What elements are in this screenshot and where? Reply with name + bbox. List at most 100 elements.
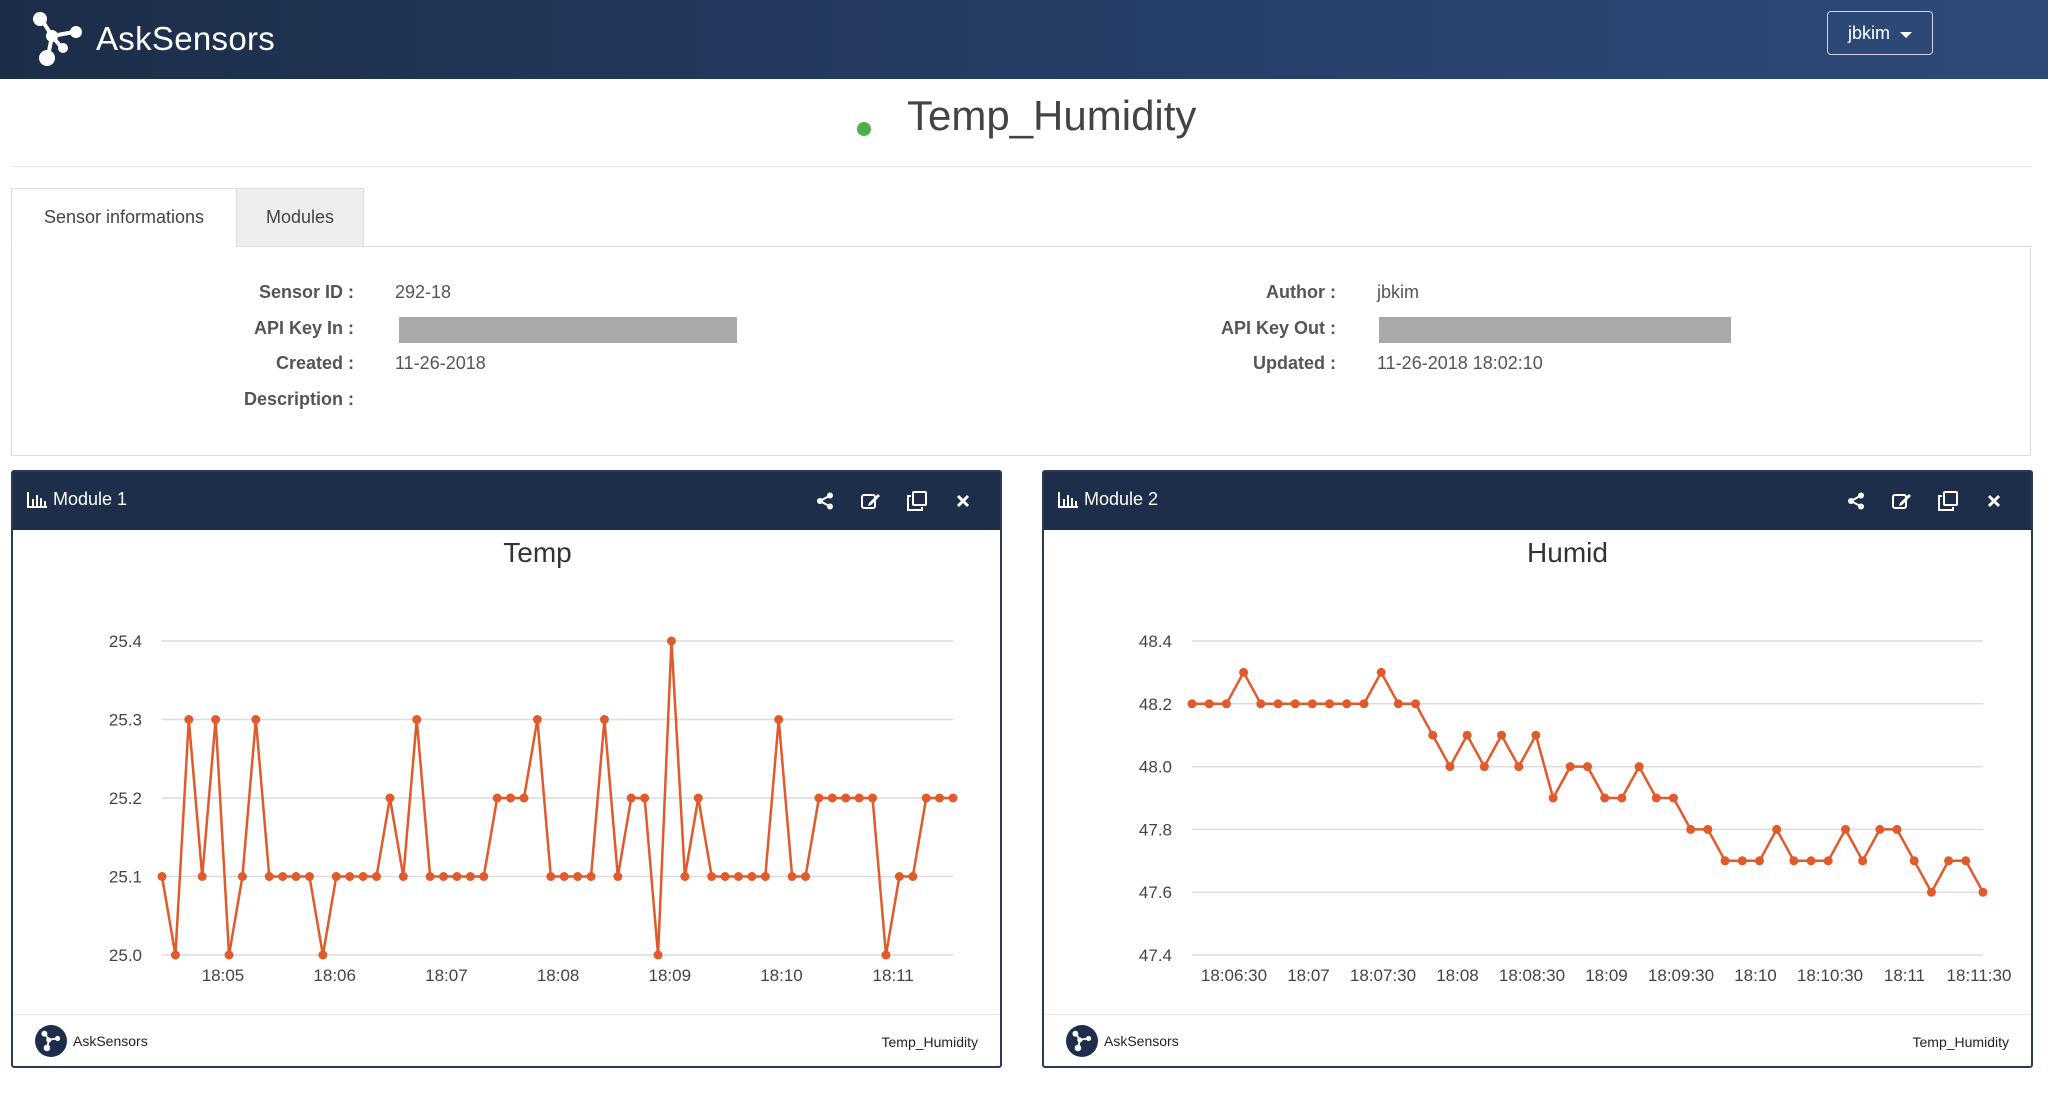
data-point[interactable] bbox=[935, 793, 945, 803]
data-point[interactable] bbox=[1737, 856, 1747, 866]
data-point[interactable] bbox=[760, 872, 770, 881]
data-point[interactable] bbox=[599, 715, 609, 724]
data-point[interactable] bbox=[184, 715, 194, 724]
data-point[interactable] bbox=[1961, 856, 1971, 866]
data-point[interactable] bbox=[1926, 887, 1936, 897]
user-menu-button[interactable]: jbkim bbox=[1827, 11, 1933, 55]
data-point[interactable] bbox=[868, 793, 878, 803]
data-point[interactable] bbox=[948, 793, 958, 803]
data-point[interactable] bbox=[398, 872, 408, 881]
data-point[interactable] bbox=[693, 793, 703, 803]
data-point[interactable] bbox=[519, 793, 529, 803]
data-point[interactable] bbox=[894, 872, 904, 881]
data-point[interactable] bbox=[1686, 824, 1696, 834]
data-point[interactable] bbox=[1221, 699, 1231, 709]
data-point[interactable] bbox=[1548, 793, 1558, 803]
data-point[interactable] bbox=[331, 872, 341, 881]
data-point[interactable] bbox=[251, 715, 261, 724]
data-point[interactable] bbox=[921, 793, 931, 803]
data-point[interactable] bbox=[412, 715, 422, 724]
data-point[interactable] bbox=[1806, 856, 1816, 866]
data-point[interactable] bbox=[1256, 699, 1266, 709]
edit-button[interactable] bbox=[1879, 487, 1925, 515]
data-point[interactable] bbox=[573, 872, 583, 881]
data-point[interactable] bbox=[854, 793, 864, 803]
data-point[interactable] bbox=[814, 793, 824, 803]
data-point[interactable] bbox=[1342, 699, 1352, 709]
data-point[interactable] bbox=[774, 715, 784, 724]
data-point[interactable] bbox=[720, 872, 730, 881]
data-point[interactable] bbox=[1754, 856, 1764, 866]
edit-button[interactable] bbox=[848, 487, 894, 515]
data-point[interactable] bbox=[224, 950, 234, 960]
data-point[interactable] bbox=[666, 636, 676, 646]
data-point[interactable] bbox=[626, 793, 636, 803]
data-point[interactable] bbox=[1239, 667, 1249, 677]
data-point[interactable] bbox=[1531, 730, 1541, 740]
share-button[interactable] bbox=[1833, 487, 1879, 515]
data-point[interactable] bbox=[439, 872, 449, 881]
data-point[interactable] bbox=[1978, 887, 1988, 897]
data-point[interactable] bbox=[801, 872, 811, 881]
data-point[interactable] bbox=[747, 872, 757, 881]
data-point[interactable] bbox=[452, 872, 462, 881]
data-point[interactable] bbox=[787, 872, 797, 881]
data-point[interactable] bbox=[1393, 699, 1403, 709]
data-point[interactable] bbox=[264, 872, 274, 881]
duplicate-button[interactable] bbox=[894, 487, 940, 515]
close-button[interactable] bbox=[1971, 487, 2017, 515]
data-point[interactable] bbox=[1703, 824, 1713, 834]
data-point[interactable] bbox=[372, 872, 382, 881]
data-point[interactable] bbox=[1307, 699, 1317, 709]
data-point[interactable] bbox=[640, 793, 650, 803]
data-point[interactable] bbox=[237, 872, 247, 881]
data-point[interactable] bbox=[506, 793, 516, 803]
data-point[interactable] bbox=[1445, 762, 1455, 772]
data-point[interactable] bbox=[291, 872, 301, 881]
brand-link[interactable]: AskSensors bbox=[28, 10, 275, 68]
data-point[interactable] bbox=[304, 872, 314, 881]
data-point[interactable] bbox=[532, 715, 542, 724]
data-point[interactable] bbox=[1497, 730, 1507, 740]
data-point[interactable] bbox=[1462, 730, 1472, 740]
data-point[interactable] bbox=[465, 872, 475, 881]
data-point[interactable] bbox=[653, 950, 663, 960]
data-point[interactable] bbox=[1428, 730, 1438, 740]
data-point[interactable] bbox=[385, 793, 395, 803]
tab-sensor-informations[interactable]: Sensor informations bbox=[11, 188, 237, 247]
data-point[interactable] bbox=[1944, 856, 1954, 866]
data-point[interactable] bbox=[1479, 762, 1489, 772]
data-point[interactable] bbox=[157, 872, 167, 881]
data-point[interactable] bbox=[318, 950, 328, 960]
data-point[interactable] bbox=[1634, 762, 1644, 772]
tab-modules[interactable]: Modules bbox=[237, 188, 364, 247]
data-point[interactable] bbox=[1204, 699, 1214, 709]
data-point[interactable] bbox=[1772, 824, 1782, 834]
data-point[interactable] bbox=[707, 872, 717, 881]
share-button[interactable] bbox=[802, 487, 848, 515]
data-point[interactable] bbox=[733, 872, 743, 881]
data-point[interactable] bbox=[1376, 667, 1386, 677]
data-point[interactable] bbox=[559, 872, 569, 881]
data-point[interactable] bbox=[827, 793, 837, 803]
data-point[interactable] bbox=[1617, 793, 1627, 803]
duplicate-button[interactable] bbox=[1925, 487, 1971, 515]
data-point[interactable] bbox=[1411, 699, 1421, 709]
data-point[interactable] bbox=[170, 950, 180, 960]
data-point[interactable] bbox=[1858, 856, 1868, 866]
data-point[interactable] bbox=[1600, 793, 1610, 803]
data-point[interactable] bbox=[1892, 824, 1902, 834]
data-point[interactable] bbox=[1668, 793, 1678, 803]
data-point[interactable] bbox=[546, 872, 556, 881]
data-point[interactable] bbox=[278, 872, 288, 881]
data-point[interactable] bbox=[345, 872, 355, 881]
data-point[interactable] bbox=[1325, 699, 1335, 709]
data-point[interactable] bbox=[1273, 699, 1283, 709]
data-point[interactable] bbox=[1565, 762, 1575, 772]
data-point[interactable] bbox=[479, 872, 489, 881]
data-point[interactable] bbox=[881, 950, 891, 960]
data-point[interactable] bbox=[680, 872, 690, 881]
data-point[interactable] bbox=[425, 872, 435, 881]
data-point[interactable] bbox=[1187, 699, 1197, 709]
data-point[interactable] bbox=[1840, 824, 1850, 834]
